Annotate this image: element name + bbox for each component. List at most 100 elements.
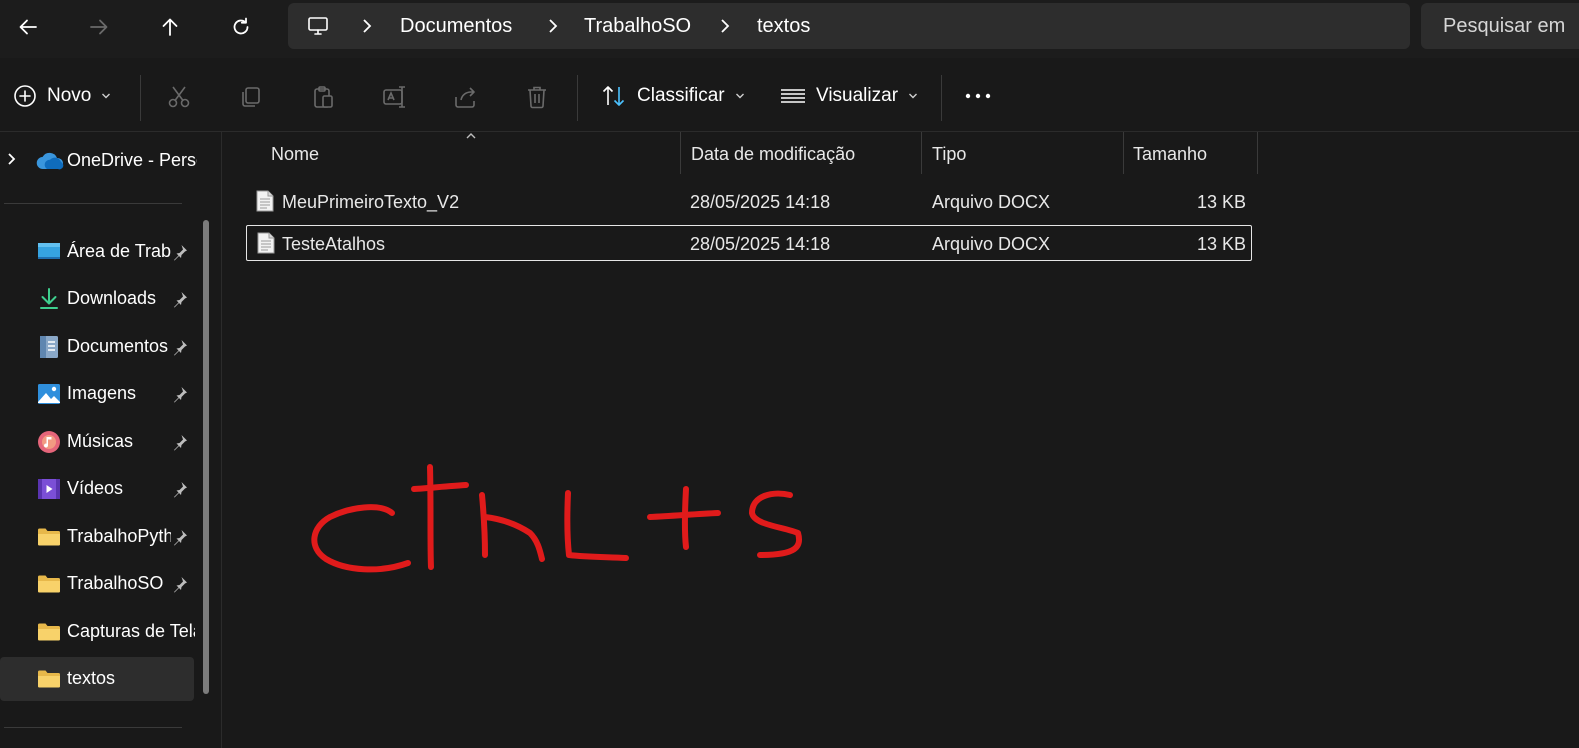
sidebar-item-label: TrabalhoSO [67,573,164,593]
view-label: Visualizar [816,85,899,106]
toolbar-divider [941,75,942,121]
sort-label: Classificar [637,85,725,106]
sidebar-item-label: OneDrive - Perso [67,150,197,170]
sidebar-item-label: Vídeos [67,478,124,498]
rename-icon[interactable] [382,84,408,110]
file-size: 13 KB [1196,234,1246,254]
handwritten-annotation [311,464,802,573]
column-header-size[interactable]: Tamanho [1133,144,1207,165]
table-row[interactable]: MeuPrimeiroTexto_V2 28/05/2025 14:18 Arq… [246,184,1252,220]
arrow-left-icon [19,19,37,35]
pin-icon[interactable] [171,243,189,261]
pin-icon[interactable] [171,528,189,546]
address-bar[interactable]: Documentos TrabalhoSO textos [288,3,1410,49]
onedrive-cloud-icon [36,152,64,170]
music-icon [38,431,60,453]
share-icon[interactable] [452,84,478,110]
refresh-button[interactable] [221,8,261,46]
more-icon [965,93,991,99]
sidebar-scrollbar[interactable] [203,220,209,694]
copy-icon[interactable] [238,84,264,110]
more-options-button[interactable] [964,80,992,112]
breadcrumb-documentos[interactable]: Documentos [400,15,512,38]
sidebar-item-onedrive[interactable]: OneDrive - Perso [0,142,200,176]
sidebar-item-pictures[interactable]: Imagens [0,372,194,416]
new-button[interactable]: Novo [13,80,111,112]
sidebar-item-trabalhopython[interactable]: TrabalhoPython [0,515,194,559]
column-divider[interactable] [1123,132,1124,174]
view-button[interactable]: Visualizar [780,80,918,112]
back-button[interactable] [8,8,48,46]
arrow-right-icon [90,19,108,35]
sort-icon [602,86,625,106]
title-bar: Documentos TrabalhoSO textos Pesquisar e… [0,0,1579,58]
paste-icon[interactable] [310,84,336,110]
sidebar-divider [4,727,182,728]
chevron-right-icon[interactable] [6,152,18,166]
sidebar-item-label: textos [67,668,116,688]
column-divider[interactable] [1257,132,1258,174]
trash-icon[interactable] [524,84,550,110]
column-divider[interactable] [921,132,922,174]
sidebar-item-videos[interactable]: Vídeos [0,467,194,511]
desktop-icon [38,243,60,259]
chevron-right-icon [544,15,562,37]
sidebar-item-label: Imagens [67,383,137,403]
column-header-name[interactable]: Nome [271,144,319,165]
folder-icon [38,575,60,593]
search-placeholder: Pesquisar em [1443,15,1566,37]
up-button[interactable] [150,8,190,46]
folder-icon [38,528,60,546]
pin-icon[interactable] [171,338,189,356]
cut-icon[interactable] [166,84,192,110]
toolbar-divider [140,75,141,121]
chevron-right-icon [716,15,734,37]
toolbar-divider [577,75,578,121]
document-file-icon [256,190,274,212]
sidebar-item-documents[interactable]: Documentos [0,325,194,369]
videos-icon [38,479,60,499]
column-divider[interactable] [680,132,681,174]
pin-icon[interactable] [171,433,189,451]
sidebar-item-label: Área de Trabalho [67,241,171,261]
documents-icon [40,336,58,358]
chevron-down-icon [735,93,744,99]
chevron-right-icon [358,15,376,37]
refresh-icon [233,17,249,35]
breadcrumb-trabalhoso[interactable]: TrabalhoSO [584,15,691,38]
column-header-type[interactable]: Tipo [932,144,966,165]
column-header-modified[interactable]: Data de modificação [691,144,855,165]
chevron-down-icon [909,93,918,99]
breadcrumb-textos[interactable]: textos [757,15,810,38]
forward-button[interactable] [79,8,119,46]
sidebar-item-textos[interactable]: textos [0,657,194,701]
sidebar-item-downloads[interactable]: Downloads [0,277,194,321]
navigation-pane: OneDrive - Perso Área de Trabalho Downlo… [0,132,222,748]
command-bar: Novo Classificar Visualizar [0,58,1579,132]
chevron-down-icon [102,93,111,99]
sidebar-item-music[interactable]: Músicas [0,420,194,464]
pin-icon[interactable] [171,385,189,403]
file-type: Arquivo DOCX [932,192,1051,212]
sidebar-item-desktop[interactable]: Área de Trabalho [0,230,194,274]
download-icon [40,288,58,309]
file-list: Nome Data de modificação Tipo Tamanho Me… [223,132,1579,748]
sort-button[interactable]: Classificar [601,80,745,112]
pin-icon[interactable] [171,290,189,308]
pin-icon[interactable] [171,480,189,498]
table-row-selected[interactable]: TesteAtalhos 28/05/2025 14:18 Arquivo DO… [246,225,1252,261]
file-name: TesteAtalhos [282,234,386,254]
sidebar-item-label: Músicas [67,431,134,451]
pin-icon[interactable] [171,575,189,593]
sidebar-item-label: Documentos [67,336,169,356]
arrow-up-icon [162,18,178,36]
view-list-icon [781,89,805,103]
sidebar-item-label: TrabalhoPython [67,526,171,546]
file-type: Arquivo DOCX [932,234,1051,254]
sidebar-item-trabalhoso[interactable]: TrabalhoSO [0,562,194,606]
search-input[interactable]: Pesquisar em [1421,3,1579,49]
sidebar-item-label: Downloads [67,288,157,308]
sidebar-item-capturas-de-tela[interactable]: Capturas de Tela [0,610,195,654]
folder-icon [38,670,60,688]
column-header-row: Nome Data de modificação Tipo Tamanho [223,132,1263,174]
